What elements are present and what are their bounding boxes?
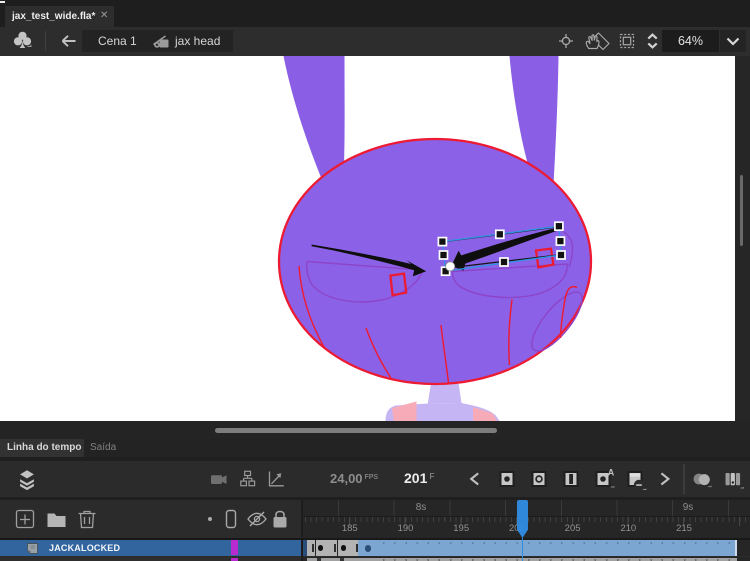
svg-text:A: A xyxy=(608,468,615,478)
